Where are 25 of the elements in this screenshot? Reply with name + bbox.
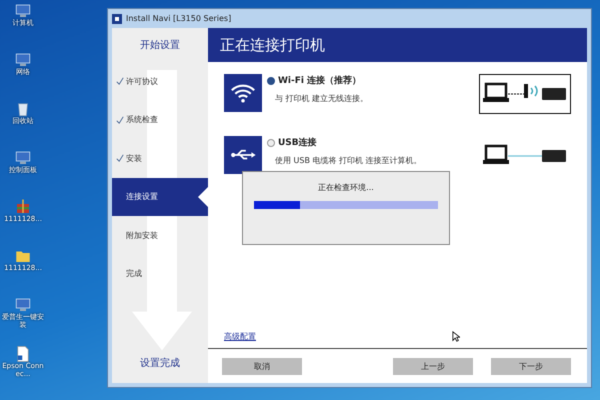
next-button[interactable]: 下一步 [491,358,571,374]
option-description: 使用 USB 电缆将 打印机 连接至计算机。 [274,155,423,166]
step-item: 许可协议 [112,62,208,100]
sidebar-title: 开始设置 [139,38,181,53]
step-item: 附加安装 [125,230,159,242]
archive-icon[interactable] [14,198,32,216]
progress-message: 正在检查环境... [318,182,374,193]
sidebar-footer: 设置完成 [112,343,208,383]
option-description: 与 打印机 建立无线连接。 [274,93,370,104]
step-item: 完成 [125,268,143,280]
window-title: Install Navi [L3150 Series] [126,14,232,23]
app-icon [112,14,122,24]
page-heading: 正在连接打印机 [208,28,587,62]
step-item: 系统检查 [112,100,208,139]
step-item: 连接设置 [112,178,208,216]
usb-icon [224,136,262,174]
cancel-button[interactable]: 取消 [222,358,302,374]
wifi-icon [224,74,262,112]
notch-icon [198,186,208,206]
advanced-settings-link[interactable]: 高级配置 [224,331,256,342]
connection-radio[interactable]: Wi-Fi 连接（推荐） [267,74,479,87]
step-item: 安装 [112,139,208,178]
mouse-cursor-icon [452,331,460,342]
connection-radio[interactable]: USB连接 [267,136,479,149]
back-button[interactable]: 上一步 [393,358,473,374]
